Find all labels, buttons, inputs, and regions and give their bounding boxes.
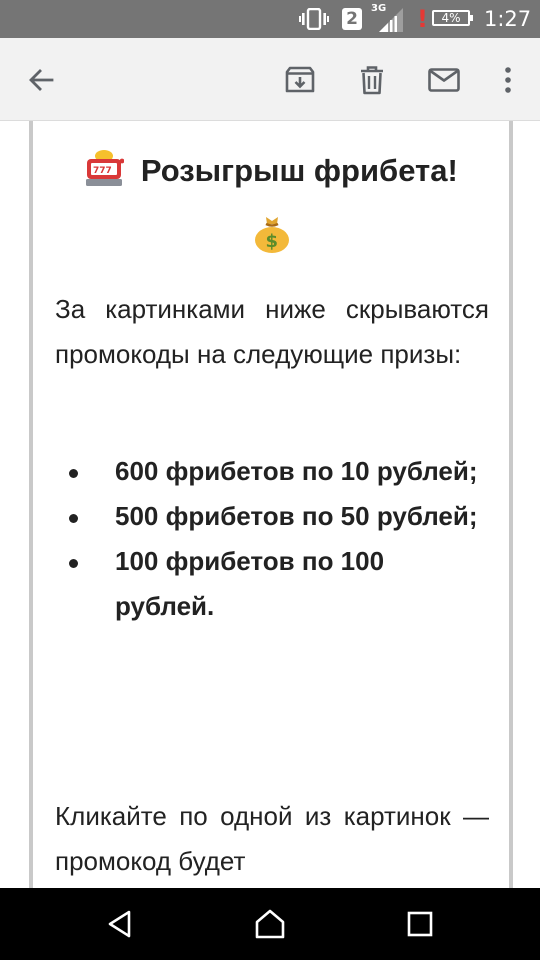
svg-text:$: $	[266, 231, 279, 252]
email-toolbar	[0, 38, 540, 121]
cta-paragraph: Кликайте по одной из картинок — промокод…	[55, 801, 489, 876]
battery-indicator: 4%	[432, 10, 473, 26]
mark-unread-button[interactable]	[422, 58, 466, 102]
delete-button[interactable]	[350, 58, 394, 102]
prize-item: 500 фрибетов по 50 рублей;	[55, 494, 489, 539]
back-triangle-icon	[108, 910, 131, 938]
nav-back-button[interactable]	[98, 902, 142, 946]
more-options-button[interactable]	[486, 58, 530, 102]
svg-text:777: 777	[93, 166, 112, 176]
prize-item: 100 фрибетов по 100 рублей.	[55, 539, 489, 629]
money-bag-icon: $	[255, 217, 289, 253]
home-icon	[255, 909, 285, 939]
back-button[interactable]	[19, 58, 63, 102]
archive-button[interactable]	[278, 58, 322, 102]
email-body[interactable]: 777 Розыгрыш фрибета! $ За картинками ни…	[0, 121, 540, 888]
prize-list: 600 фрибетов по 10 рублей; 500 фрибетов …	[55, 449, 489, 629]
status-bar: 2 3G ! 4% 1:27	[0, 0, 540, 38]
email-title: Розыгрыш фрибета!	[140, 153, 458, 188]
sim-slot-indicator: 2	[342, 8, 362, 30]
more-vert-icon	[505, 67, 511, 93]
vibrate-icon	[299, 8, 329, 30]
signal-strength-icon	[379, 8, 403, 32]
intro-paragraph: За картинками ниже скрываются промокоды …	[55, 294, 489, 369]
slot-machine-icon: 777	[86, 150, 125, 186]
email-headline: 777 Розыгрыш фрибета!	[33, 149, 509, 191]
nav-home-button[interactable]	[248, 902, 292, 946]
back-arrow-icon	[29, 69, 54, 91]
mark-unread-icon	[428, 68, 460, 92]
delete-icon	[361, 66, 383, 95]
prize-item: 600 фрибетов по 10 рублей;	[55, 449, 489, 494]
battery-alert-icon: !	[417, 5, 428, 33]
clock: 1:27	[484, 7, 532, 31]
navigation-bar	[0, 888, 540, 960]
archive-icon	[285, 66, 315, 93]
recents-icon	[407, 911, 433, 937]
email-card: 777 Розыгрыш фрибета! $ За картинками ни…	[29, 121, 513, 888]
nav-recents-button[interactable]	[398, 902, 442, 946]
